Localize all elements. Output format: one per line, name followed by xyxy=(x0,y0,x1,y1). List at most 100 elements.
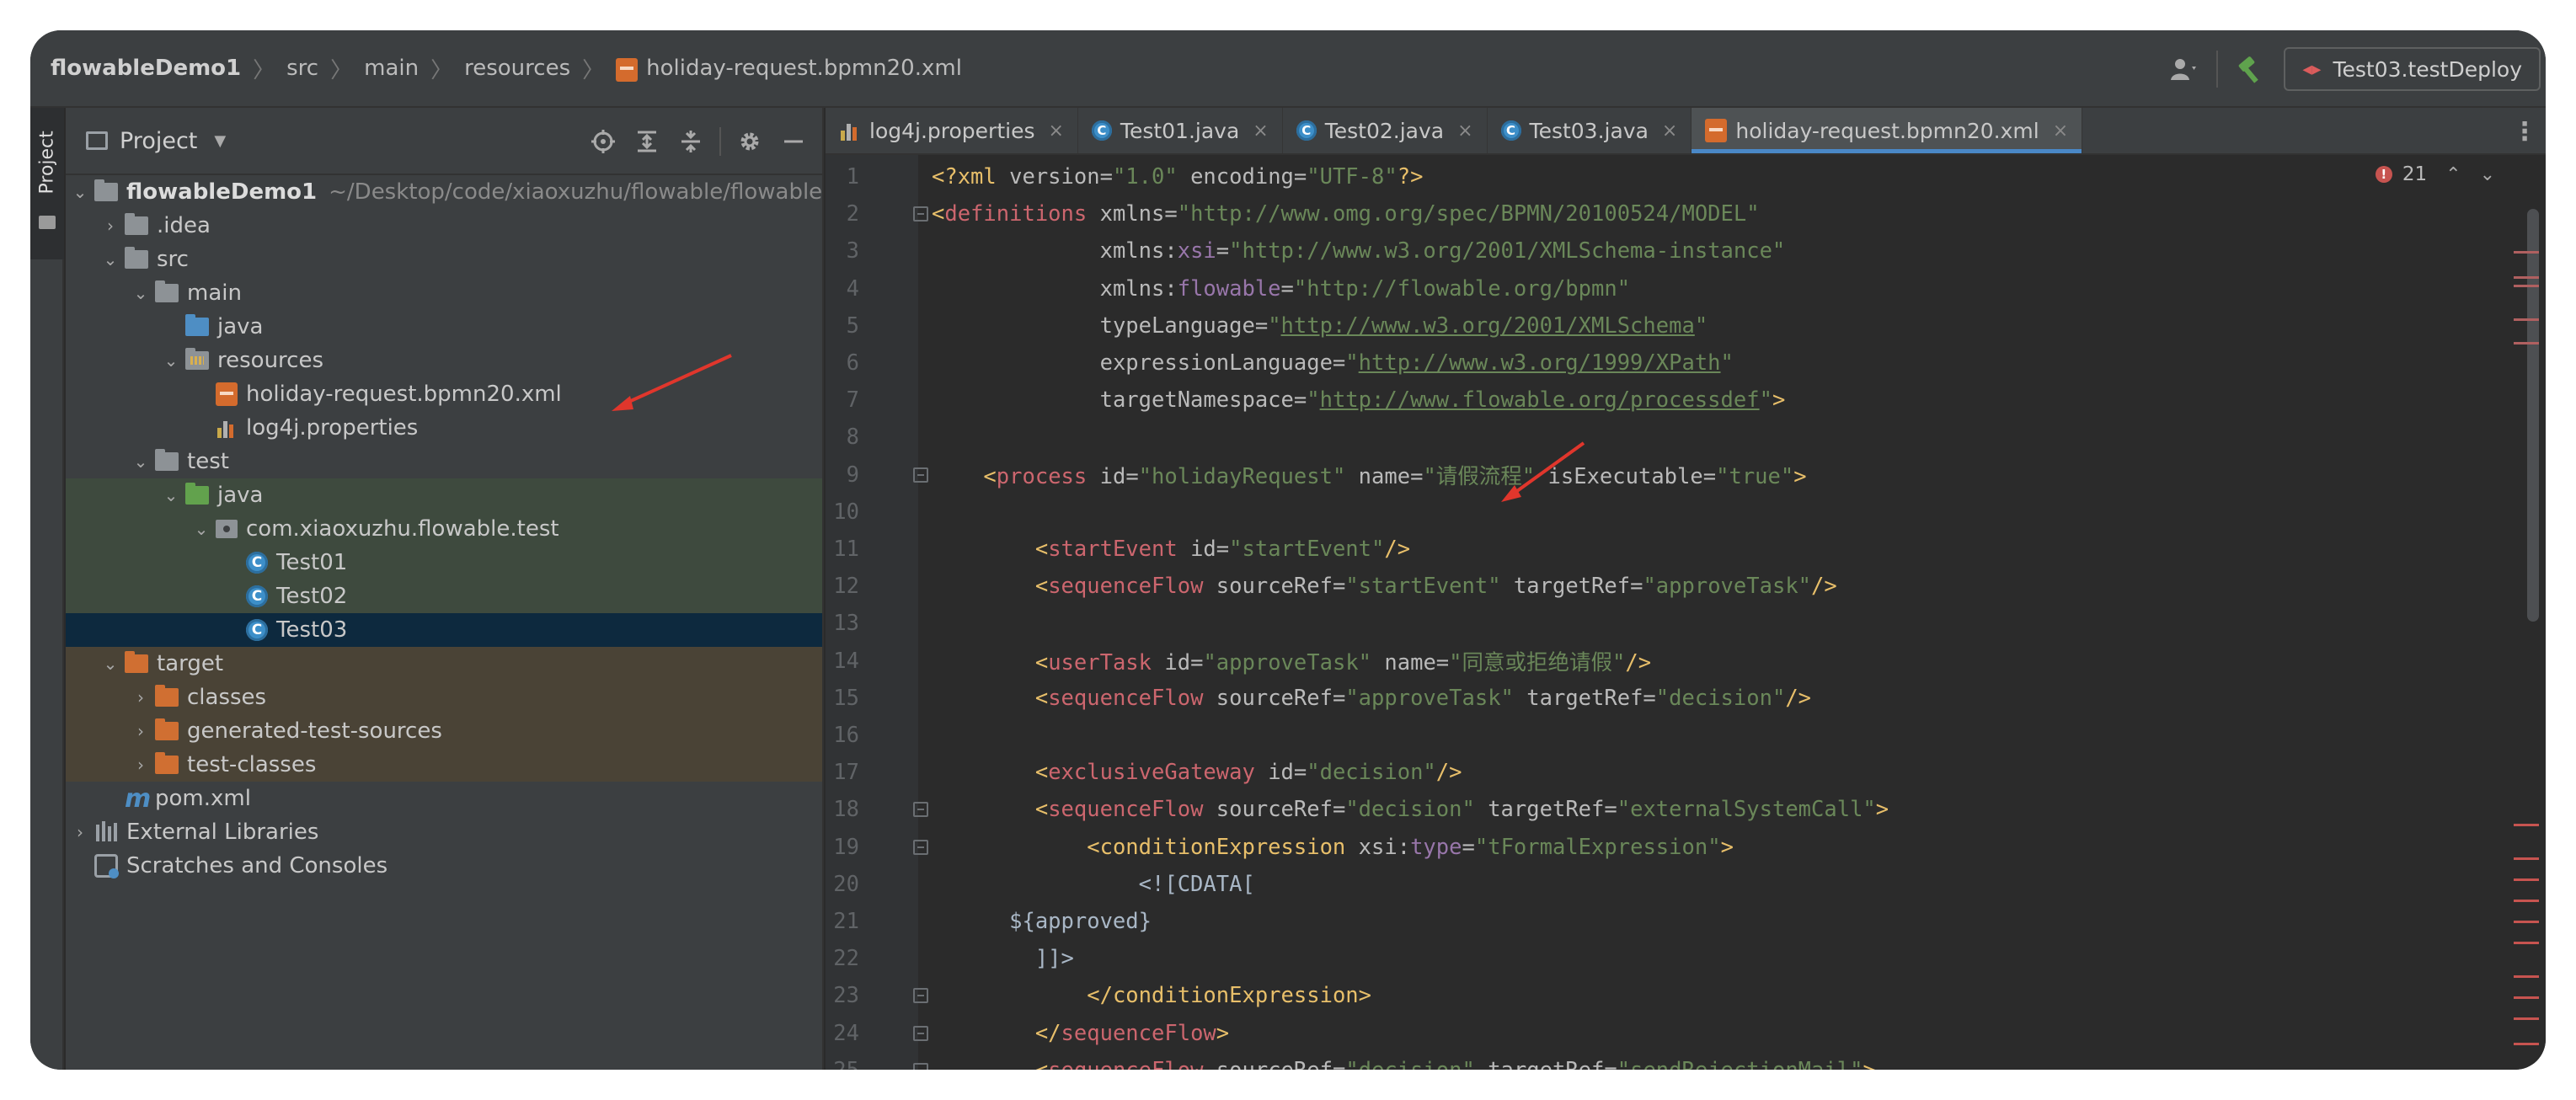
tree-item-main-java[interactable]: java xyxy=(66,310,822,344)
code-line[interactable]: 24 </sequenceFlow> xyxy=(826,1015,2546,1052)
error-mark[interactable] xyxy=(2514,921,2539,923)
fold-marker-icon[interactable] xyxy=(913,802,928,818)
error-mark[interactable] xyxy=(2514,942,2539,944)
chevron-down-icon[interactable]: ⌄ xyxy=(126,283,155,303)
fold-marker-icon[interactable] xyxy=(913,839,928,855)
code-line[interactable]: 8 xyxy=(826,419,2546,456)
code-line[interactable]: 7 targetNamespace="http://www.flowable.o… xyxy=(826,382,2546,419)
project-panel-title[interactable]: Project xyxy=(120,128,197,154)
inspection-widget[interactable]: ! 21 ⌃ ⌄ xyxy=(2375,163,2495,185)
error-mark[interactable] xyxy=(2514,900,2539,902)
code-line[interactable]: 18 <sequenceFlow sourceRef="decision" ta… xyxy=(826,791,2546,828)
code-line[interactable]: 23 </conditionExpression> xyxy=(826,977,2546,1014)
code-line[interactable]: 14 <userTask id="approveTask" name="同意或拒… xyxy=(826,643,2546,680)
breadcrumb-file[interactable]: holiday-request.bpmn20.xml xyxy=(616,30,962,106)
error-mark[interactable] xyxy=(2514,824,2539,826)
tree-item-test02[interactable]: C Test02 xyxy=(66,579,822,613)
error-mark[interactable] xyxy=(2514,996,2539,999)
close-icon[interactable]: × xyxy=(1253,120,1268,142)
chevron-down-icon[interactable]: ⌄ xyxy=(157,485,185,505)
tree-item-external-libraries[interactable]: › External Libraries xyxy=(66,815,822,849)
code-line[interactable]: 9 <process id="holidayRequest" name="请假流… xyxy=(826,457,2546,494)
breadcrumb-resources[interactable]: resources xyxy=(464,30,570,106)
tree-item-package[interactable]: ⌄ com.xiaoxuzhu.flowable.test xyxy=(66,512,822,546)
code-line[interactable]: 12 <sequenceFlow sourceRef="startEvent" … xyxy=(826,568,2546,605)
tab-holiday-request-xml[interactable]: holiday-request.bpmn20.xml × xyxy=(1692,108,2083,153)
breadcrumb-main[interactable]: main xyxy=(364,30,419,106)
error-mark[interactable] xyxy=(2514,1017,2539,1020)
run-config-selector[interactable]: ◂▸ Test03.testDeploy xyxy=(2284,47,2541,91)
fold-marker-icon[interactable] xyxy=(913,467,928,483)
code-line[interactable]: 3 xmlns:xsi="http://www.w3.org/2001/XMLS… xyxy=(826,232,2546,270)
code-line[interactable]: 4 xmlns:flowable="http://flowable.org/bp… xyxy=(826,270,2546,307)
tree-item-resources[interactable]: ⌄ resources xyxy=(66,344,822,377)
more-vertical-icon[interactable]: ⋮ xyxy=(2512,108,2537,155)
settings-gear-icon[interactable] xyxy=(730,121,770,162)
chevron-right-icon[interactable]: › xyxy=(66,822,94,842)
collapse-all-icon[interactable] xyxy=(671,121,711,162)
code-line[interactable]: 19 <conditionExpression xsi:type="tForma… xyxy=(826,829,2546,866)
tree-item-pom-xml[interactable]: m pom.xml xyxy=(66,782,822,815)
tree-item-project-root[interactable]: ⌄ flowableDemo1 ~/Desktop/code/xiaoxuzhu… xyxy=(66,175,822,209)
tree-item-test-classes[interactable]: › test-classes xyxy=(66,748,822,782)
code-line[interactable]: 15 <sequenceFlow sourceRef="approveTask"… xyxy=(826,680,2546,717)
fold-marker-icon[interactable] xyxy=(913,206,928,222)
tab-test03-java[interactable]: C Test03.java × xyxy=(1488,108,1692,153)
chevron-down-icon[interactable]: ⌄ xyxy=(157,350,185,371)
tree-item-generated-test-sources[interactable]: › generated-test-sources xyxy=(66,714,822,748)
code-line[interactable]: 16 xyxy=(826,717,2546,754)
code-line[interactable]: 6 expressionLanguage="http://www.w3.org/… xyxy=(826,344,2546,382)
error-mark[interactable] xyxy=(2514,342,2539,344)
error-mark[interactable] xyxy=(2514,276,2539,279)
tree-item-src[interactable]: ⌄ src xyxy=(66,243,822,276)
chevron-right-icon[interactable]: › xyxy=(126,721,155,741)
code-line[interactable]: 11 <startEvent id="startEvent"/> xyxy=(826,531,2546,568)
error-mark[interactable] xyxy=(2514,1043,2539,1045)
tree-item-test[interactable]: ⌄ test xyxy=(66,445,822,478)
project-tool-button[interactable]: Project xyxy=(30,108,64,259)
tree-item-target[interactable]: ⌄ target xyxy=(66,647,822,681)
tree-item-classes[interactable]: › classes xyxy=(66,681,822,714)
error-mark[interactable] xyxy=(2514,857,2539,860)
chevron-down-icon[interactable]: ▼ xyxy=(214,132,226,150)
tab-test02-java[interactable]: C Test02.java × xyxy=(1283,108,1488,153)
code-line[interactable]: 2 <definitions xmlns="http://www.omg.org/… xyxy=(826,195,2546,232)
expand-all-icon[interactable] xyxy=(627,121,667,162)
error-mark[interactable] xyxy=(2514,285,2539,287)
chevron-down-icon[interactable]: ⌄ xyxy=(126,451,155,472)
tree-item-test-java[interactable]: ⌄ java xyxy=(66,478,822,512)
close-icon[interactable]: × xyxy=(1048,120,1063,142)
code-line[interactable]: 20 <![CDATA[ xyxy=(826,866,2546,903)
code-line[interactable]: 13 xyxy=(826,605,2546,642)
close-icon[interactable]: × xyxy=(1457,120,1472,142)
code-line[interactable]: 5 typeLanguage="http://www.w3.org/2001/X… xyxy=(826,307,2546,344)
code-line[interactable]: 17 <exclusiveGateway id="decision"/> xyxy=(826,754,2546,791)
breadcrumb-project[interactable]: flowableDemo1 xyxy=(51,30,241,106)
error-mark[interactable] xyxy=(2514,251,2539,254)
fold-marker-icon[interactable] xyxy=(913,988,928,1004)
tree-item-test01[interactable]: C Test01 xyxy=(66,546,822,579)
tree-item-log4j-properties[interactable]: log4j.properties xyxy=(66,411,822,445)
chevron-down-icon[interactable]: ⌄ xyxy=(2480,164,2495,185)
code-line[interactable]: 1 <?xml version="1.0" encoding="UTF-8"?> xyxy=(826,158,2546,195)
tree-item-holiday-request-xml[interactable]: holiday-request.bpmn20.xml xyxy=(66,377,822,411)
close-icon[interactable]: × xyxy=(1662,120,1677,142)
chevron-down-icon[interactable]: ⌄ xyxy=(96,249,125,270)
chevron-right-icon[interactable]: › xyxy=(96,216,125,236)
chevron-up-icon[interactable]: ⌃ xyxy=(2445,164,2461,185)
locate-icon[interactable] xyxy=(583,121,623,162)
chevron-right-icon[interactable]: › xyxy=(126,755,155,775)
chevron-down-icon[interactable]: ⌄ xyxy=(66,182,94,202)
build-hammer-icon[interactable] xyxy=(2226,45,2274,93)
tree-item-test03[interactable]: C Test03 xyxy=(66,613,822,647)
tree-item-main[interactable]: ⌄ main xyxy=(66,276,822,310)
error-mark[interactable] xyxy=(2514,878,2539,881)
close-icon[interactable]: × xyxy=(2053,120,2068,142)
chevron-down-icon[interactable]: ⌄ xyxy=(96,654,125,674)
tree-item-scratches[interactable]: Scratches and Consoles xyxy=(66,849,822,883)
code-line[interactable]: 25 <sequenceFlow sourceRef="decision" ta… xyxy=(826,1052,2546,1070)
code-area[interactable]: 1 <?xml version="1.0" encoding="UTF-8"?> 2… xyxy=(826,155,2546,1070)
error-mark[interactable] xyxy=(2514,318,2539,321)
user-icon[interactable] xyxy=(2161,45,2208,93)
fold-marker-icon[interactable] xyxy=(913,1062,928,1070)
